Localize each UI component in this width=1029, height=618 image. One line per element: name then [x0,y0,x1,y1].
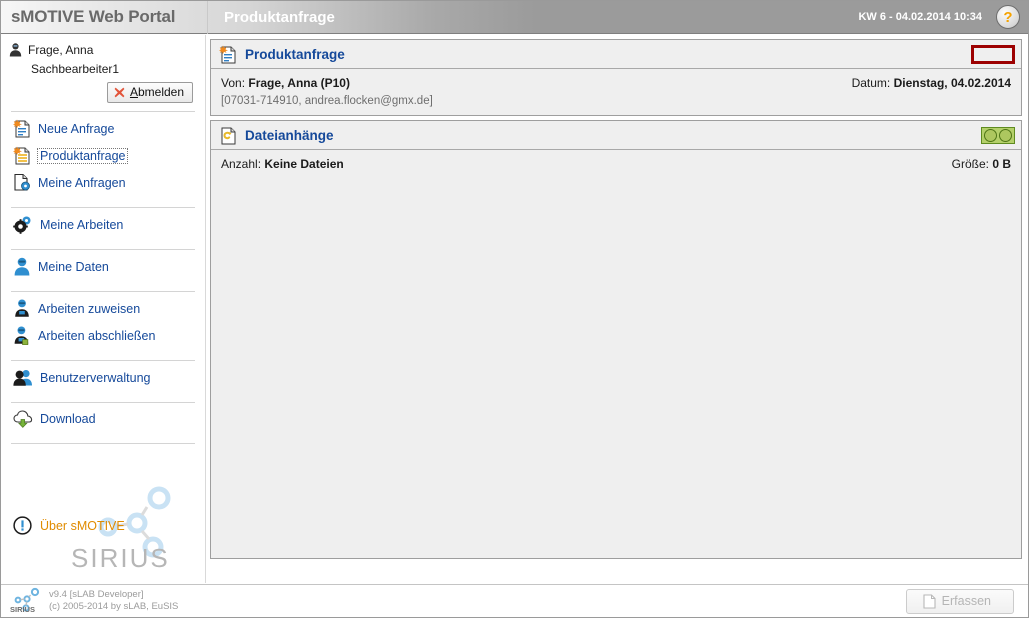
size-value: 0 B [992,157,1011,171]
attachments-meta-row: Anzahl: Keine Dateien Größe: 0 B [221,157,1011,171]
my-requests-icon [13,173,31,192]
footer-copyright: (c) 2005-2014 by sLAB, EuSIS [49,601,179,612]
attachments-panel: Dateianhänge Anzahl: Keine Dateien Größe… [210,120,1022,559]
watermark-label: SIRIUS [71,543,170,573]
sidebar-item-benutzerverwaltung[interactable]: Benutzerverwaltung [1,364,205,391]
product-request-icon [219,45,237,64]
toggle-dot-left-icon [984,128,997,142]
help-glyph: ? [1003,8,1013,26]
highlight-rectangle[interactable] [971,44,1015,64]
date-group: Datum: Dienstag, 04.02.2014 [852,76,1011,90]
logout-accesskey: A [129,85,138,99]
sidebar-item-label: Meine Daten [38,259,109,274]
sidebar-item-label: Produktanfrage [36,147,129,164]
logout-row: Abmelden [9,82,195,103]
sidebar-item-label: Benutzerverwaltung [40,370,151,385]
sidebar-item-produktanfrage[interactable]: Produktanfrage [1,142,205,169]
sidebar-item-meine-anfragen[interactable]: Meine Anfragen [1,169,205,196]
sirius-footer-logo: SIRIUS [9,587,45,615]
sidebar-item-label: Arbeiten abschließen [38,328,156,343]
attachment-document-icon [219,126,237,145]
from-group: Von: Frage, Anna (P10) [221,76,350,90]
date-value: Dienstag, 04.02.2014 [893,76,1011,90]
user-name: Frage, Anna [28,43,94,57]
new-document-icon [13,119,31,138]
sidebar-item-label: Arbeiten zuweisen [38,301,141,316]
download-cloud-icon [13,410,33,428]
content-area: Produktanfrage Von: Frage, Anna (P10) Da… [206,35,1028,583]
count-value: Keine Dateien [264,157,344,171]
assign-work-icon [13,299,31,318]
sidebar-item-about[interactable]: Über sMOTIVE [1,516,206,535]
sidebar-item-arbeiten-zuweisen[interactable]: Arbeiten zuweisen [1,295,205,322]
submit-label: Erfassen [941,594,991,608]
user-row: Frage, Anna [9,43,195,57]
sidebar-separator [11,443,195,444]
nav-group-download: Download [1,403,205,435]
logout-label: Abmelden [130,85,184,99]
sidebar-item-label: Download [40,412,96,426]
sidebar-item-arbeiten-abschliessen[interactable]: Arbeiten abschließen [1,322,205,349]
sidebar-item-download[interactable]: Download [1,406,205,432]
users-admin-icon [13,368,33,387]
svg-text:SIRIUS: SIRIUS [10,605,35,614]
footer-bar: SIRIUS v9.4 [sLAB Developer] (c) 2005-20… [1,584,1028,617]
footer-text-block: v9.4 [sLAB Developer] (c) 2005-2014 by s… [49,589,178,613]
size-group: Größe: 0 B [952,157,1011,171]
nav-group-work-actions: Arbeiten zuweisen Arbeiten abschließen [1,292,205,352]
application-window: sMOTIVE Web Portal Produktanfrage KW 6 -… [0,0,1029,618]
footer-version: v9.4 [sLAB Developer] [49,589,144,600]
user-role: Sachbearbeiter1 [31,62,120,76]
attachments-toggle-button[interactable] [981,126,1015,144]
calendar-week-timestamp: KW 6 - 04.02.2014 10:34 [858,11,982,23]
user-data-icon [13,257,31,276]
top-header-bar: sMOTIVE Web Portal Produktanfrage KW 6 -… [1,0,1028,34]
request-panel-header: Produktanfrage [211,40,1021,69]
size-label: Größe: [951,157,989,171]
user-block: Frage, Anna Sachbearbeiter1 Abmelden [1,35,205,103]
date-label: Datum: [851,76,891,90]
from-value: Frage, Anna (P10) [248,76,350,90]
logout-button[interactable]: Abmelden [106,82,193,103]
logout-label-rest: bmelden [137,85,184,99]
product-request-icon [13,146,31,165]
app-brand-title: sMOTIVE Web Portal [11,7,176,26]
sidebar-item-meine-arbeiten[interactable]: Meine Arbeiten [1,211,205,238]
nav-group-requests: Neue Anfrage Produktanfrage Meine Anfrag… [1,112,205,199]
attachments-panel-title: Dateianhänge [245,127,334,143]
toggle-dot-right-icon [999,128,1012,142]
sidebar-item-neue-anfrage[interactable]: Neue Anfrage [1,115,205,142]
about-label: Über sMOTIVE [40,518,125,533]
count-label: Anzahl: [221,157,262,171]
submit-button[interactable]: Erfassen [905,588,1014,614]
attachments-panel-header: Dateianhänge [211,121,1021,150]
sidebar-item-label: Neue Anfrage [38,121,115,136]
blank-document-icon [923,593,936,609]
nav-group-user-admin: Benutzerverwaltung [1,361,205,394]
complete-work-icon [13,326,31,345]
info-exclamation-icon [13,516,32,535]
nav-group-my-work: Meine Arbeiten [1,208,205,241]
sidebar: Frage, Anna Sachbearbeiter1 Abmelden Neu… [1,35,206,583]
request-panel-title: Produktanfrage [245,46,345,62]
help-icon[interactable]: ? [996,5,1020,29]
request-panel: Produktanfrage Von: Frage, Anna (P10) Da… [210,39,1022,116]
person-icon [9,43,22,57]
sidebar-item-label: Meine Arbeiten [40,217,124,232]
attachments-panel-body: Anzahl: Keine Dateien Größe: 0 B [211,150,1021,179]
request-meta-row: Von: Frage, Anna (P10) Datum: Dienstag, … [221,76,1011,90]
sidebar-item-meine-daten[interactable]: Meine Daten [1,253,205,280]
count-group: Anzahl: Keine Dateien [221,157,344,171]
sidebar-item-label: Meine Anfragen [38,175,126,190]
from-label: Von: [221,76,246,90]
page-title: Produktanfrage [224,8,335,26]
contact-info: [07031-714910, andrea.flocken@gmx.de] [221,95,433,107]
close-x-icon [114,87,125,98]
gears-icon [13,215,33,234]
request-panel-body: Von: Frage, Anna (P10) Datum: Dienstag, … [211,69,1021,115]
body-container: Frage, Anna Sachbearbeiter1 Abmelden Neu… [1,35,1028,583]
nav-group-my-data: Meine Daten [1,250,205,283]
